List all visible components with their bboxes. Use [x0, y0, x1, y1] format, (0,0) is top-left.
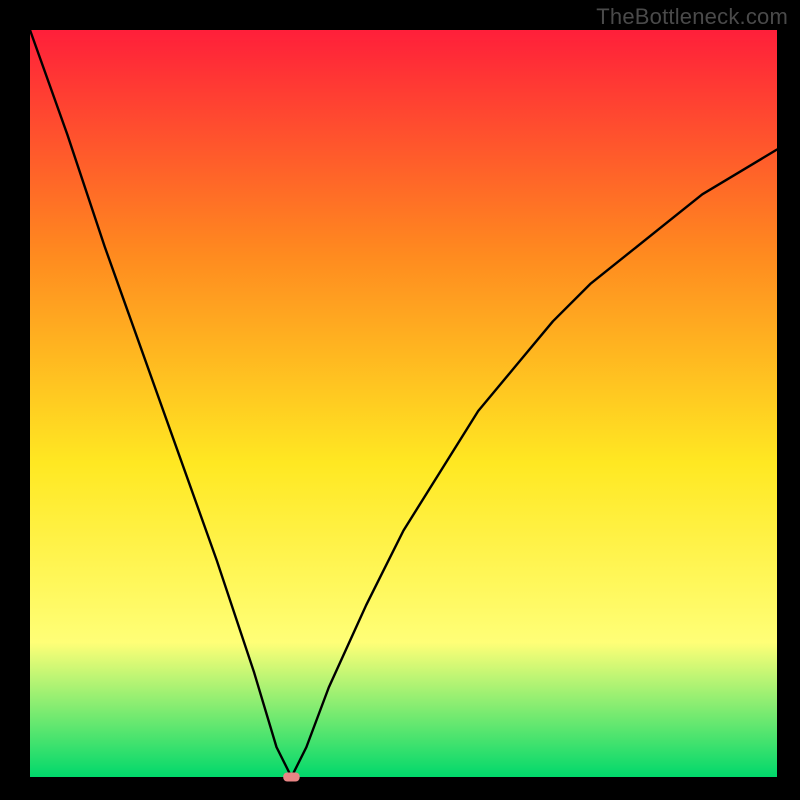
plot-gradient-background	[30, 30, 777, 777]
optimal-marker	[283, 773, 299, 782]
bottleneck-chart	[0, 0, 800, 800]
chart-frame: TheBottleneck.com	[0, 0, 800, 800]
